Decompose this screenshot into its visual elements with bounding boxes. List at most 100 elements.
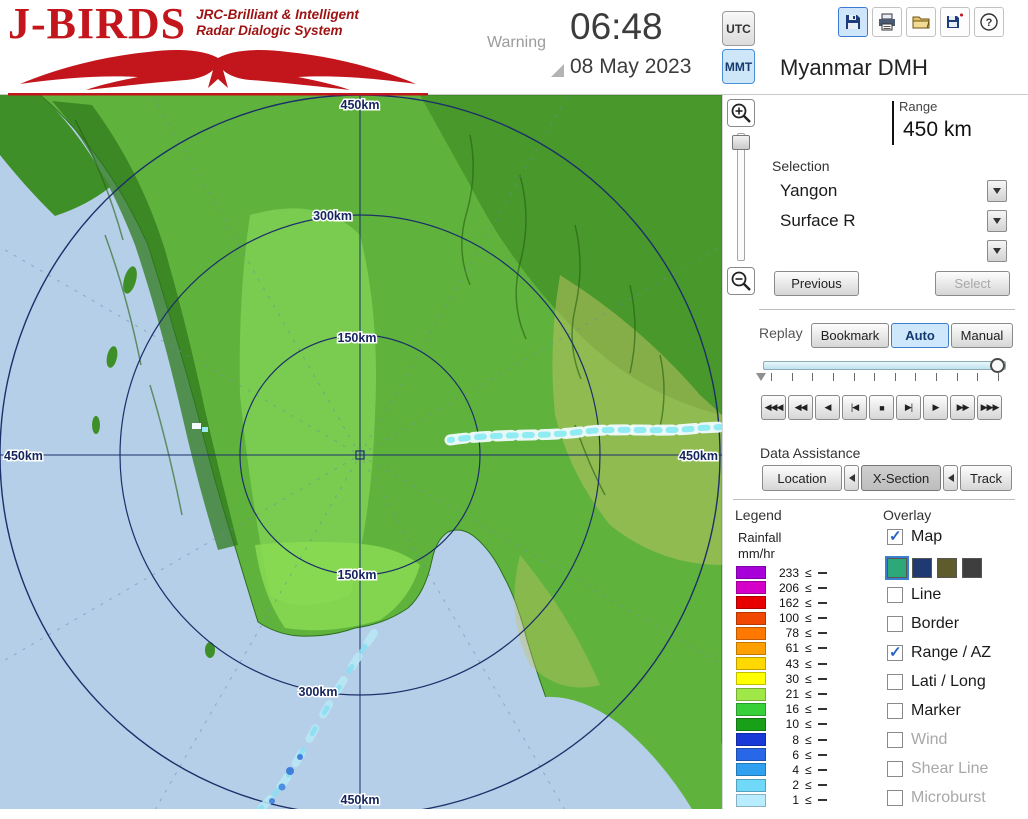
zoom-slider-track[interactable] — [737, 133, 745, 261]
map-style-swatch-1[interactable] — [885, 556, 909, 580]
legend-swatch — [736, 626, 766, 640]
overlay-item-border: Border — [887, 615, 1027, 632]
location-expand-button[interactable] — [844, 465, 859, 491]
legend-unit-line1: Rainfall — [738, 530, 782, 545]
play-button[interactable]: ▶ — [923, 395, 948, 420]
ring-label-450-bottom: 450km — [341, 793, 380, 807]
replay-slider-track[interactable] — [763, 361, 1006, 370]
ring-label-450-top: 450km — [341, 98, 380, 112]
track-button[interactable]: Track — [960, 465, 1012, 491]
overlay-item-shear-line: Shear Line — [887, 760, 1027, 777]
legend-row: 233 ≤ — [736, 566, 827, 580]
range-value: 450 km — [903, 118, 972, 141]
rewind-full-button[interactable]: ◀◀◀ — [761, 395, 786, 420]
legend-unit-line2: mm/hr — [738, 546, 775, 561]
forward-fast-button[interactable]: ▶▶ — [950, 395, 975, 420]
legend-row: 16 ≤ — [736, 702, 827, 716]
overlay-item-map: Map — [887, 527, 1027, 545]
save-button[interactable] — [838, 7, 868, 37]
map-style-swatch-4[interactable] — [962, 558, 982, 578]
rainfall-scale: 233 ≤ 206 ≤ 162 ≤ 100 ≤ 78 ≤ 61 ≤ 43 ≤ 30 ≤ 21 ≤ … — [736, 566, 827, 809]
legend-row: 21 ≤ — [736, 687, 827, 701]
date-adjust-icon[interactable] — [551, 64, 564, 77]
site-dropdown-button[interactable] — [987, 180, 1007, 202]
stop-button[interactable]: ■ — [869, 395, 894, 420]
zoom-in-button[interactable] — [727, 99, 755, 127]
bookmark-button[interactable]: Bookmark — [811, 323, 889, 348]
site-dropdown-value[interactable]: Yangon — [780, 181, 837, 201]
extra-dropdown-button[interactable] — [987, 240, 1007, 262]
shear-line-checkbox[interactable] — [887, 761, 903, 777]
station-title: Myanmar DMH — [780, 55, 928, 80]
product-dropdown-button[interactable] — [987, 210, 1007, 232]
legend-swatch — [736, 657, 766, 671]
legend-swatch — [736, 793, 766, 807]
overlay-item-line: Line — [887, 586, 1027, 603]
legend-swatch — [736, 733, 766, 747]
mmt-button[interactable]: MMT — [722, 49, 755, 84]
select-button[interactable]: Select — [935, 271, 1010, 296]
marker-checkbox[interactable] — [887, 703, 903, 719]
step-back-button[interactable]: |◀ — [842, 395, 867, 420]
microburst-checkbox[interactable] — [887, 790, 903, 806]
radar-map[interactable]: 450km 300km 150km 150km 300km 450km 450k… — [0, 95, 722, 809]
wind-checkbox[interactable] — [887, 732, 903, 748]
manual-button[interactable]: Manual — [951, 323, 1013, 348]
utc-button[interactable]: UTC — [722, 11, 755, 46]
previous-button[interactable]: Previous — [774, 271, 859, 296]
legend-row: 30 ≤ — [736, 672, 827, 686]
overlay-item-label: Border — [911, 615, 960, 632]
lati-long-checkbox[interactable] — [887, 674, 903, 690]
legend-row: 2 ≤ — [736, 778, 827, 792]
data-assistance-label: Data Assistance — [760, 445, 861, 461]
ring-label-300-bottom: 300km — [299, 685, 338, 699]
radar-map-svg: 450km 300km 150km 150km 300km 450km 450k… — [0, 95, 722, 809]
zoom-out-button[interactable] — [727, 267, 755, 295]
logo-title: J-BIRDS — [8, 0, 187, 48]
product-dropdown-value[interactable]: Surface R — [780, 211, 856, 231]
print-button[interactable] — [872, 7, 902, 37]
legend-swatch — [736, 702, 766, 716]
chevron-down-icon — [993, 218, 1001, 224]
auto-button[interactable]: Auto — [891, 323, 949, 348]
zoom-slider-thumb[interactable] — [732, 135, 750, 150]
ring-label-300-top: 300km — [313, 209, 352, 223]
xsection-expand-button[interactable] — [943, 465, 958, 491]
overlay-item-range-az: Range / AZ — [887, 643, 1027, 661]
rewind-fast-button[interactable]: ◀◀ — [788, 395, 813, 420]
step-forward-button[interactable]: ▶| — [896, 395, 921, 420]
open-folder-button[interactable] — [906, 7, 936, 37]
zoom-in-icon — [731, 103, 751, 123]
replay-label: Replay — [759, 325, 803, 341]
help-button[interactable]: ? — [974, 7, 1004, 37]
legend-row: 78 ≤ — [736, 626, 827, 640]
overlay-label: Overlay — [883, 507, 932, 523]
legend-row: 1 ≤ — [736, 793, 827, 807]
legend-swatch — [736, 717, 766, 731]
ring-label-150-bottom: 150km — [338, 568, 377, 582]
line-checkbox[interactable] — [887, 587, 903, 603]
legend-swatch — [736, 687, 766, 701]
replay-slider-thumb[interactable] — [990, 358, 1005, 373]
location-button[interactable]: Location — [762, 465, 842, 491]
ring-label-450-right: 450km — [679, 449, 718, 463]
border-checkbox[interactable] — [887, 616, 903, 632]
data-assistance-buttons: Location X-Section Track — [762, 465, 1012, 491]
export-button[interactable] — [940, 7, 970, 37]
overlay-item-label: Microburst — [911, 789, 986, 806]
play-reverse-button[interactable]: ◀ — [815, 395, 840, 420]
map-style-swatches — [885, 556, 1027, 580]
overlay-item-microburst: Microburst — [887, 789, 1027, 806]
range-divider — [892, 101, 894, 145]
xsection-button[interactable]: X-Section — [861, 465, 941, 491]
legend-row: 61 ≤ — [736, 641, 827, 655]
ring-label-150-top: 150km — [338, 331, 377, 345]
map-checkbox[interactable] — [887, 527, 903, 545]
map-style-swatch-2[interactable] — [912, 558, 932, 578]
chevron-down-icon — [993, 188, 1001, 194]
forward-full-button[interactable]: ▶▶▶ — [977, 395, 1002, 420]
legend-row: 10 ≤ — [736, 717, 827, 731]
range-az-checkbox[interactable] — [887, 643, 903, 661]
map-style-swatch-3[interactable] — [937, 558, 957, 578]
open-folder-icon — [912, 16, 930, 29]
